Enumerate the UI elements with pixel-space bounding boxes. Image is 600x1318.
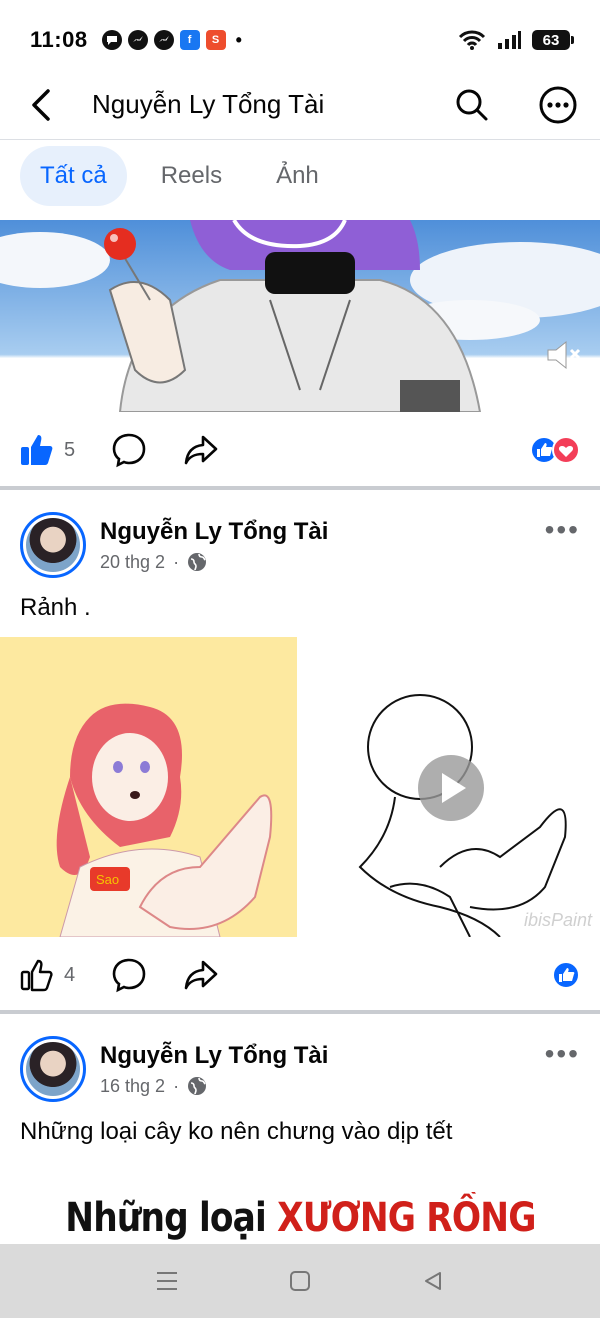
post-more-button[interactable]: •••: [545, 514, 580, 546]
more-options-icon: [539, 86, 577, 123]
wifi-icon: [458, 30, 486, 50]
post-divider: [0, 486, 600, 490]
messenger-icon: [127, 30, 148, 50]
avatar[interactable]: [20, 1036, 86, 1102]
post2-action-bar: 4: [0, 939, 600, 1011]
post2-video-frame: Sao: [0, 637, 600, 937]
post1-video[interactable]: [0, 220, 600, 412]
like-filled-icon[interactable]: [20, 433, 54, 467]
share-icon: [184, 960, 218, 990]
post3-image-text: Những loại XƯƠNG RỒNG: [64, 1192, 536, 1244]
post2-video[interactable]: Sao ibisPaint: [0, 637, 600, 937]
shopee-icon: S: [205, 30, 226, 50]
image-text-black: Những loại: [64, 1195, 267, 1241]
post3-header: Nguyễn Ly Tổng Tài 16 thg 2 · •••: [20, 1034, 580, 1104]
tab-all[interactable]: Tất cả: [20, 146, 127, 206]
comment-button[interactable]: [111, 432, 147, 468]
comment-icon: [112, 433, 146, 468]
search-icon: [456, 89, 488, 120]
globe-icon: [188, 553, 207, 571]
post2-header: Nguyễn Ly Tổng Tài 20 thg 2 · •••: [20, 510, 580, 580]
filter-tabs: Tất cả Reels Ảnh: [20, 146, 339, 206]
post3-meta: Nguyễn Ly Tổng Tài 16 thg 2 ·: [100, 1042, 545, 1097]
notification-icons: f S •: [101, 29, 242, 51]
back-arrow-icon: [32, 88, 50, 121]
post1-video-frame: [0, 220, 600, 412]
mute-icon[interactable]: [546, 340, 582, 370]
date-separator: ·: [173, 551, 180, 572]
post2-text: Rảnh .: [20, 594, 91, 621]
post2-reactions[interactable]: [552, 961, 580, 989]
more-notifications-dot: •: [235, 29, 242, 50]
post-author[interactable]: Nguyễn Ly Tổng Tài: [100, 1042, 545, 1070]
post2-meta: Nguyễn Ly Tổng Tài 20 thg 2 ·: [100, 518, 545, 573]
battery-icon: 63: [532, 30, 574, 50]
page-title: Nguyễn Ly Tổng Tài: [92, 89, 325, 119]
more-options-button[interactable]: [536, 83, 580, 127]
profile-header: Nguyễn Ly Tổng Tài: [0, 70, 600, 140]
avatar[interactable]: [20, 512, 86, 578]
signal-icon: [498, 31, 521, 49]
post-divider: [0, 1010, 600, 1014]
svg-text:Sao: Sao: [96, 872, 119, 887]
system-back-button[interactable]: [413, 1261, 453, 1301]
search-button[interactable]: [450, 83, 494, 127]
post-date[interactable]: 20 thg 2: [100, 552, 165, 573]
home-button[interactable]: [280, 1261, 320, 1301]
triangle-back-icon: [425, 1272, 442, 1290]
love-reaction-icon: [552, 436, 580, 464]
watermark: ibisPaint: [523, 910, 592, 930]
post3-text: Những loại cây ko nên chưng vào dịp tết: [20, 1118, 453, 1145]
post1-reactions[interactable]: [530, 436, 580, 464]
comment-icon: [112, 958, 146, 993]
post-date-row: 20 thg 2 ·: [100, 552, 545, 573]
recent-apps-button[interactable]: [147, 1261, 187, 1301]
share-icon: [184, 435, 218, 465]
globe-icon: [188, 1077, 207, 1095]
comment-button[interactable]: [111, 957, 147, 993]
post-author[interactable]: Nguyễn Ly Tổng Tài: [100, 518, 545, 546]
image-text-red: XƯƠNG RỒNG: [276, 1195, 536, 1241]
status-bar: 11:08 f S • 63: [0, 0, 600, 80]
back-button[interactable]: [20, 83, 64, 127]
tab-photos[interactable]: Ảnh: [256, 146, 339, 206]
system-nav-bar: [0, 1244, 600, 1318]
post1-action-bar: 5: [0, 414, 600, 486]
chat-icon: [101, 30, 122, 50]
post2-like-count: 4: [64, 963, 76, 986]
post1-like-count: 5: [64, 438, 76, 461]
post-more-button[interactable]: •••: [545, 1038, 580, 1070]
share-button[interactable]: [183, 432, 219, 468]
home-square-icon: [289, 1271, 310, 1291]
status-time: 11:08: [30, 27, 88, 52]
like-icon[interactable]: [20, 958, 54, 992]
tab-reels[interactable]: Reels: [141, 146, 242, 206]
post3-image[interactable]: Những loại XƯƠNG RỒNG: [0, 1192, 600, 1244]
share-button[interactable]: [183, 957, 219, 993]
status-right: 63: [458, 29, 574, 51]
messenger-icon: [153, 30, 174, 50]
menu-icon: [156, 1272, 177, 1290]
post-date-row: 16 thg 2 ·: [100, 1076, 545, 1097]
date-separator: ·: [173, 1075, 180, 1096]
facebook-icon: f: [179, 30, 200, 50]
post-date[interactable]: 16 thg 2: [100, 1076, 165, 1097]
like-reaction-icon: [552, 961, 580, 989]
